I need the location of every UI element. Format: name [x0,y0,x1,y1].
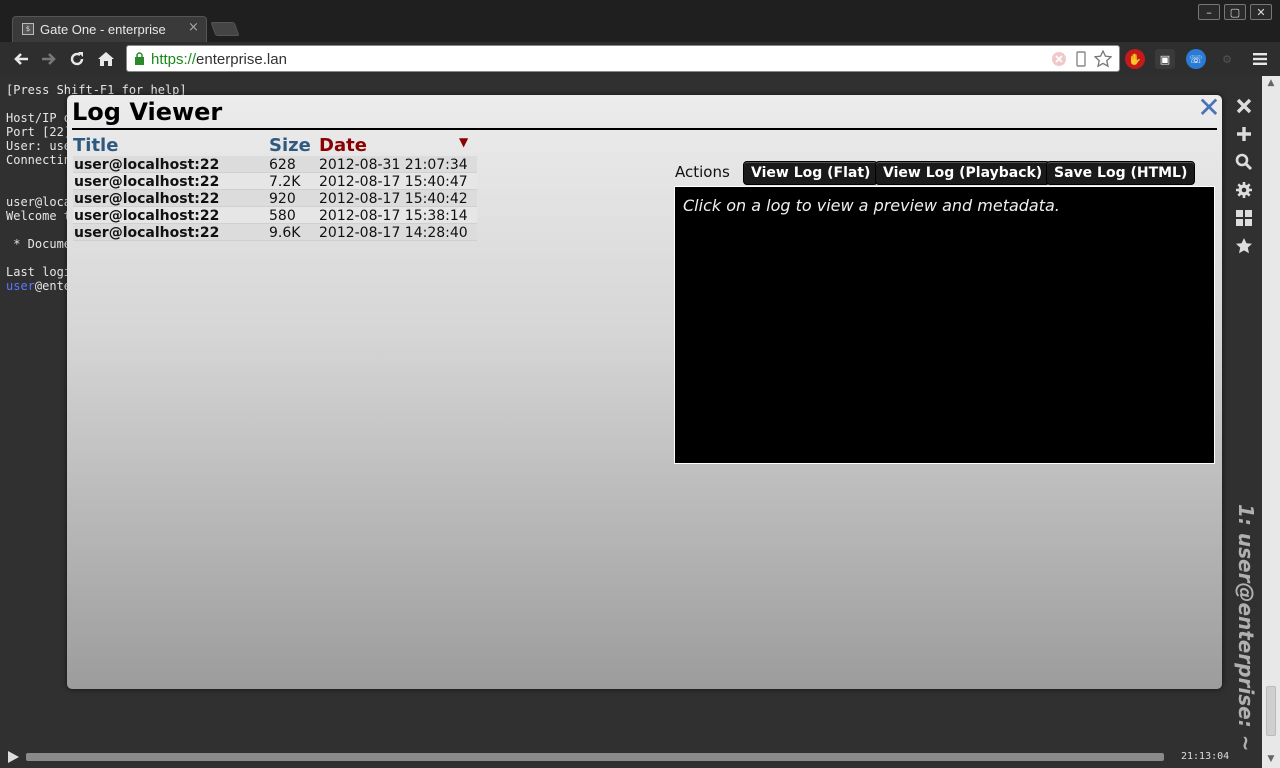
gateone-toolbar [1230,95,1258,257]
terminal-line: user@loca [6,195,72,209]
column-header-size[interactable]: Size [269,135,311,156]
log-title: user@localhost:22 [74,174,220,190]
terminal-line: Welcome t [6,209,72,223]
log-size: 9.6K [269,225,301,241]
log-row[interactable]: user@localhost:22 920 2012-08-17 15:40:4… [73,190,477,207]
url-text: https://enterprise.lan [151,51,287,68]
tab-close-icon[interactable]: × [188,20,199,35]
terminal-line: User: use [6,139,72,153]
sort-descending-icon[interactable]: ▼ [459,135,468,149]
maximize-button[interactable]: ▢ [1224,4,1246,20]
browser-tab-content: $ Gate One - enterprise [22,18,166,40]
terminal-prompt: user@ente [6,279,72,293]
preview-placeholder: Click on a log to view a preview and met… [683,196,1060,215]
scroll-up-icon[interactable]: ▲ [1265,78,1277,88]
log-viewer-dialog: Log Viewer ✕ Title Size Date ▼ user@loca… [67,94,1222,689]
column-header-title[interactable]: Title [73,135,118,156]
log-size: 580 [269,208,296,224]
actions-label: Actions [675,163,730,181]
view-log-flat-button[interactable]: View Log (Flat) [743,161,879,185]
address-bar[interactable]: https://enterprise.lan [126,45,1120,72]
dialog-title: Log Viewer [72,98,223,126]
column-header-date[interactable]: Date [319,135,367,156]
log-size: 628 [269,157,296,173]
new-terminal-icon[interactable] [1233,123,1255,145]
playback-progress[interactable] [26,753,1164,761]
search-icon[interactable] [1233,151,1255,173]
settings-extension-icon[interactable]: ⚙ [1217,49,1237,69]
terminal-title-vertical: 1: user@enterprise: ~ [1234,504,1258,752]
playback-clock: 21:13:04 [1181,751,1230,762]
back-arrow-icon[interactable] [9,47,33,71]
terminal-line: * Docume [6,237,72,251]
window-controls: – ▢ ✕ [1198,4,1272,20]
close-window-button[interactable]: ✕ [1250,4,1272,20]
log-title: user@localhost:22 [74,157,220,173]
terminal-line: Last logi [6,265,72,279]
lock-icon [135,52,144,65]
close-terminal-icon[interactable] [1233,95,1255,117]
reload-icon[interactable] [65,47,89,71]
extension-icon[interactable]: ▣ [1155,49,1175,69]
log-title: user@localhost:22 [74,208,220,224]
log-row[interactable]: user@localhost:22 580 2012-08-17 15:38:1… [73,207,477,224]
home-icon[interactable] [94,47,118,71]
mobile-icon[interactable] [1072,50,1090,68]
play-icon[interactable] [8,751,19,763]
view-log-playback-button[interactable]: View Log (Playback) [875,161,1051,185]
scroll-down-icon[interactable]: ▼ [1265,754,1277,764]
grid-view-icon[interactable] [1233,207,1255,229]
log-title: user@localhost:22 [74,191,220,207]
terminal-scrollbar[interactable]: ▲ ▼ [1262,76,1280,768]
forward-arrow-icon[interactable] [37,47,61,71]
terminal-favicon-icon: $ [22,23,34,35]
gear-icon[interactable] [1233,179,1255,201]
terminal-line: Connectin [6,153,72,167]
terminal-line: Host/IP o [6,111,72,125]
log-title: user@localhost:22 [74,225,220,241]
browser-toolbar: https://enterprise.lan ✋ ▣ ☏ ⚙ [0,42,1280,76]
bookmarks-star-icon[interactable] [1233,235,1255,257]
terminal-line: Port [22] [6,125,72,139]
scroll-thumb[interactable] [1266,686,1276,736]
log-size: 920 [269,191,296,207]
menu-icon[interactable] [1248,47,1272,71]
log-date: 2012-08-17 15:40:47 [319,174,468,190]
minimize-button[interactable]: – [1198,4,1220,20]
tab-title: Gate One - enterprise [40,21,166,37]
log-date: 2012-08-17 15:40:42 [319,191,468,207]
log-date: 2012-08-17 15:38:14 [319,208,468,224]
log-row[interactable]: user@localhost:22 628 2012-08-31 21:07:3… [73,156,477,173]
log-row[interactable]: user@localhost:22 7.2K 2012-08-17 15:40:… [73,173,477,190]
save-log-html-button[interactable]: Save Log (HTML) [1046,161,1196,185]
close-icon[interactable]: ✕ [1197,94,1221,122]
adblock-icon[interactable]: ✋ [1125,49,1145,69]
chat-extension-icon[interactable]: ☏ [1186,49,1206,69]
new-tab-button[interactable] [210,22,240,36]
log-date: 2012-08-17 14:28:40 [319,225,468,241]
log-size: 7.2K [269,174,301,190]
log-preview-pane[interactable]: Click on a log to view a preview and met… [674,186,1215,464]
bookmark-star-icon[interactable] [1094,50,1112,68]
title-divider [72,128,1217,130]
log-date: 2012-08-31 21:07:34 [319,157,468,173]
log-row[interactable]: user@localhost:22 9.6K 2012-08-17 14:28:… [73,224,477,241]
playback-bar: 21:13:04 [0,748,1262,768]
stop-icon[interactable] [1050,50,1068,68]
